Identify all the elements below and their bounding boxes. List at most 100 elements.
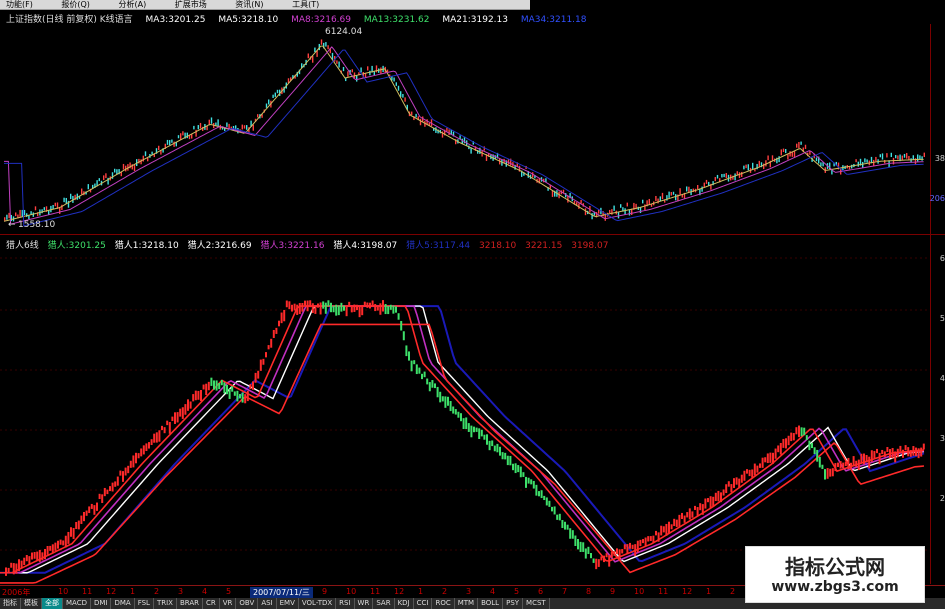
- candle: [173, 141, 175, 147]
- hunter-bar: [813, 447, 816, 455]
- menu-item[interactable]: 工具(T): [286, 0, 319, 9]
- menu-item[interactable]: 报价(Q): [55, 0, 90, 9]
- hunter-bar: [101, 494, 104, 504]
- menu-item[interactable]: 分析(A): [112, 0, 146, 9]
- candle: [415, 113, 417, 118]
- hunter-bar: [790, 432, 793, 442]
- tab-sar[interactable]: SAR: [373, 598, 395, 609]
- hunter-bar: [764, 457, 767, 463]
- tab-brar[interactable]: BRAR: [177, 598, 203, 609]
- hunter-bar: [369, 302, 371, 309]
- tab-emv[interactable]: EMV: [277, 598, 299, 609]
- date-badge[interactable]: 2007/07/11/三: [250, 587, 313, 598]
- candle: [855, 159, 857, 163]
- hunter-bar: [452, 406, 455, 414]
- tab-dmi[interactable]: DMI: [91, 598, 112, 609]
- tab-cr[interactable]: CR: [203, 598, 220, 609]
- candle: [875, 156, 877, 162]
- candle: [393, 77, 395, 82]
- candle: [177, 135, 180, 139]
- hunter-bar: [202, 384, 205, 390]
- tab-dma[interactable]: DMA: [111, 598, 135, 609]
- hunter-bar: [210, 377, 213, 386]
- hunter-bar: [462, 418, 465, 430]
- candle: [103, 175, 105, 181]
- hunter-bar: [111, 482, 114, 492]
- candle: [655, 195, 657, 202]
- tab-obv[interactable]: OBV: [236, 598, 259, 609]
- hunter-bar: [704, 498, 707, 509]
- tab-wr[interactable]: WR: [355, 598, 374, 609]
- tab-模板[interactable]: 模板: [21, 598, 42, 609]
- kline-price-chart[interactable]: 6124.04 1558.10 ←: [0, 24, 930, 234]
- tab-指标[interactable]: 指标: [0, 598, 21, 609]
- hunter-indicator-chart[interactable]: [0, 250, 930, 585]
- hunter-bar: [509, 455, 512, 466]
- hunter-bar: [428, 382, 431, 392]
- tab-全部[interactable]: 全部: [42, 598, 63, 609]
- kline-candles: [4, 39, 925, 222]
- tab-psy[interactable]: PSY: [503, 598, 524, 609]
- hunter-bar: [122, 471, 124, 482]
- tab-kdj[interactable]: KDJ: [395, 598, 414, 609]
- candle: [628, 209, 631, 216]
- hunter-bar: [176, 412, 179, 423]
- hunter-bar: [103, 487, 106, 497]
- month-label: 12: [682, 587, 693, 596]
- tab-macd[interactable]: MACD: [63, 598, 91, 609]
- hunter-bar: [291, 304, 293, 312]
- menu-item[interactable]: 功能(F): [0, 0, 33, 9]
- candle: [52, 204, 54, 210]
- hunter-bar: [168, 422, 171, 434]
- tab-cci[interactable]: CCI: [414, 598, 433, 609]
- tab-mtm[interactable]: MTM: [455, 598, 479, 609]
- hunter-bar: [834, 463, 837, 472]
- candle: [789, 151, 791, 157]
- hunter-bar: [782, 438, 785, 448]
- hunter-bar: [873, 451, 876, 459]
- menu-item[interactable]: 扩展市场: [169, 0, 207, 9]
- hunter-bar: [623, 544, 626, 550]
- candle: [644, 204, 646, 211]
- hunter-bar: [96, 502, 98, 511]
- candle: [851, 164, 853, 169]
- hunter-bar: [436, 386, 439, 398]
- tab-fsl[interactable]: FSL: [135, 598, 154, 609]
- candle: [670, 192, 672, 196]
- tab-asi[interactable]: ASI: [258, 598, 277, 609]
- candle: [217, 119, 219, 127]
- hunter-bar: [395, 306, 397, 313]
- candle: [351, 69, 353, 73]
- hunter-bar: [655, 530, 657, 536]
- tab-vr[interactable]: VR: [220, 598, 237, 609]
- candle: [158, 145, 160, 150]
- tab-rsi[interactable]: RSI: [336, 598, 355, 609]
- hunter-bar: [31, 552, 33, 560]
- candle: [199, 122, 202, 129]
- candle: [252, 124, 254, 131]
- hunter-bar: [621, 549, 624, 554]
- hunter-bar: [12, 563, 15, 575]
- menu-item[interactable]: 资讯(N): [229, 0, 263, 9]
- candle: [272, 94, 274, 99]
- candle: [186, 132, 188, 139]
- hunter-bar: [649, 536, 652, 542]
- candle: [734, 173, 736, 181]
- hunter-bar: [285, 300, 288, 308]
- tab-roc[interactable]: ROC: [432, 598, 455, 609]
- hunter-bar: [792, 433, 795, 441]
- hunter-bar: [597, 559, 600, 567]
- candle: [105, 173, 107, 179]
- candle: [708, 181, 710, 186]
- tab-vol-tdx[interactable]: VOL-TDX: [299, 598, 337, 609]
- candle: [793, 150, 796, 158]
- candle: [226, 122, 228, 127]
- candle: [743, 165, 745, 170]
- tab-boll[interactable]: BOLL: [478, 598, 504, 609]
- tab-mcst[interactable]: MCST: [523, 598, 550, 609]
- candle: [804, 144, 807, 149]
- hunter-bar: [769, 452, 772, 463]
- hunter-bar: [309, 300, 312, 308]
- tab-trix[interactable]: TRIX: [154, 598, 177, 609]
- hunter-bar: [374, 304, 377, 312]
